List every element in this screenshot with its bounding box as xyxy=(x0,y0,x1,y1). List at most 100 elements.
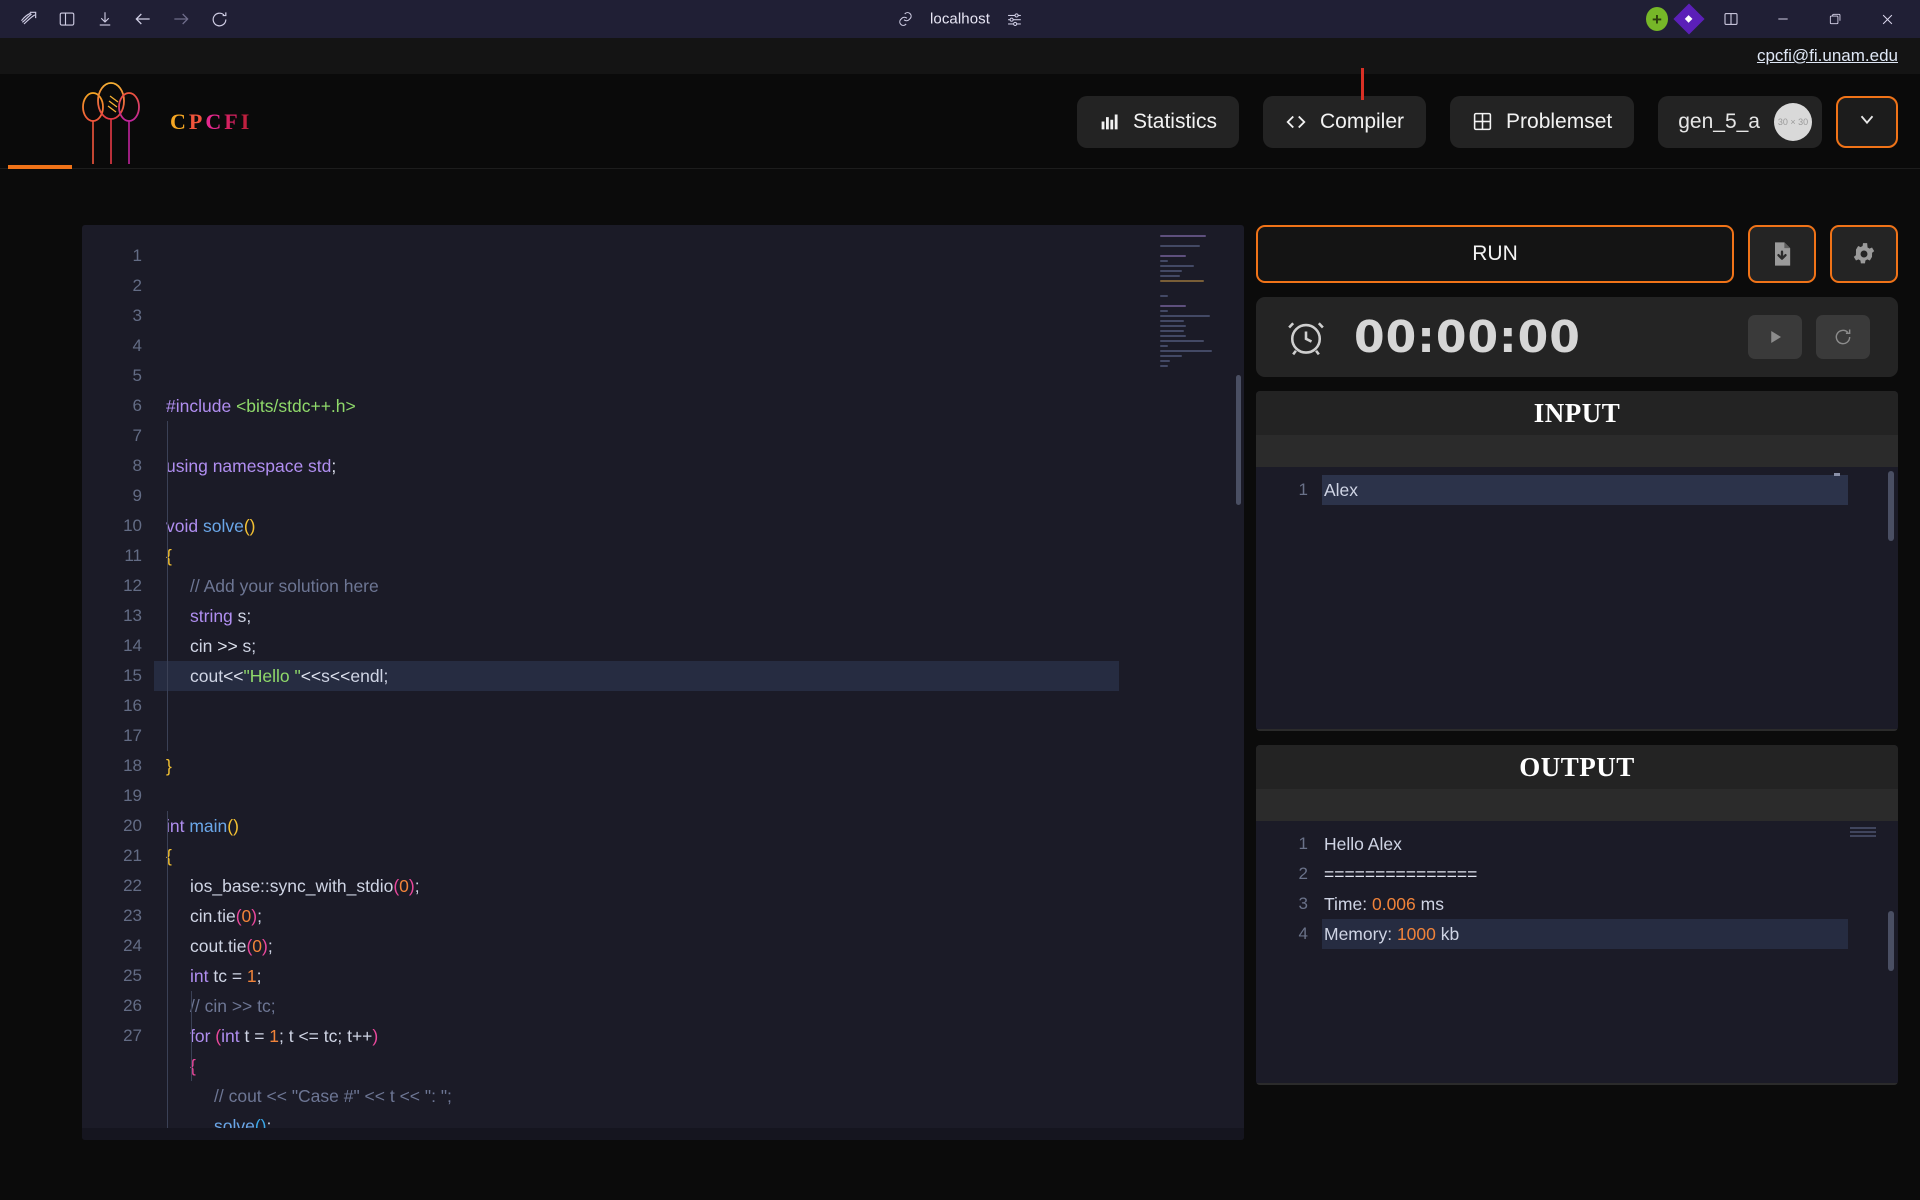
input-panel-subbar xyxy=(1256,435,1898,467)
back-arrow-icon[interactable] xyxy=(126,5,160,33)
sliders-icon[interactable] xyxy=(1006,11,1023,28)
minimap-line xyxy=(1160,345,1168,347)
input-panel-title: INPUT xyxy=(1256,391,1898,435)
editor-code-area[interactable]: #include <bits/stdc++.h> using namespace… xyxy=(154,225,1244,1140)
minimize-icon[interactable] xyxy=(1762,3,1804,35)
nav-statistics-button[interactable]: Statistics xyxy=(1077,96,1239,148)
code-token: cin.tie xyxy=(190,906,236,926)
code-token: ; xyxy=(257,966,262,986)
input-editor[interactable]: 1 Alex xyxy=(1256,467,1898,731)
output-code[interactable]: Hello Alex===============Time: 0.006 msM… xyxy=(1322,829,1898,1085)
zen-browser-icon[interactable] xyxy=(12,5,46,33)
editor-line[interactable] xyxy=(154,781,1244,811)
input-line[interactable]: Alex xyxy=(1322,475,1848,505)
brand-letter-5: I xyxy=(241,109,253,134)
editor-line-number: 3 xyxy=(82,301,142,331)
editor-line[interactable]: void solve() xyxy=(154,511,1244,541)
output-token: kb xyxy=(1436,924,1459,944)
code-token: string xyxy=(190,606,233,626)
editor-line[interactable]: { xyxy=(154,541,1244,571)
output-line-number: 1 xyxy=(1256,829,1308,859)
code-token: ; xyxy=(268,936,273,956)
editor-line-number: 24 xyxy=(82,931,142,961)
editor-line[interactable]: { xyxy=(154,841,1244,871)
editor-line[interactable]: cout.tie(0); xyxy=(154,931,1244,961)
site-header: CPCFI Statistics Compiler xyxy=(0,74,1920,169)
editor-line[interactable]: cin >> s; xyxy=(154,631,1244,661)
code-token: #include xyxy=(166,396,236,416)
user-dropdown-button[interactable] xyxy=(1836,96,1898,148)
restore-icon[interactable] xyxy=(1814,3,1856,35)
editor-line-number: 21 xyxy=(82,841,142,871)
close-icon[interactable] xyxy=(1866,3,1908,35)
input-code[interactable]: Alex xyxy=(1322,475,1898,731)
output-minimap[interactable] xyxy=(1850,827,1876,837)
code-token: void xyxy=(166,516,203,536)
nav-problemset-button[interactable]: Problemset xyxy=(1450,96,1634,148)
sidebar-toggle-icon[interactable] xyxy=(50,5,84,33)
username-label: gen_5_a xyxy=(1678,110,1760,134)
editor-line[interactable]: ios_base::sync_with_stdio(0); xyxy=(154,871,1244,901)
input-scrollbar[interactable] xyxy=(1888,471,1894,541)
timer-controls xyxy=(1748,315,1870,359)
editor-line[interactable]: cout<<"Hello "<<s<<endl; xyxy=(154,661,1119,691)
main-nav: Statistics Compiler Problemset xyxy=(1077,96,1898,148)
download-icon[interactable] xyxy=(88,5,122,33)
output-line: Hello Alex xyxy=(1322,829,1848,859)
play-icon[interactable] xyxy=(1748,315,1802,359)
gear-icon[interactable] xyxy=(1830,225,1898,283)
output-editor[interactable]: 1234 Hello Alex===============Time: 0.00… xyxy=(1256,821,1898,1085)
nav-compiler-button[interactable]: Compiler xyxy=(1263,96,1426,148)
editor-line[interactable]: cin.tie(0); xyxy=(154,901,1244,931)
split-view-icon[interactable] xyxy=(1710,3,1752,35)
code-token: // cin >> tc; xyxy=(190,996,276,1016)
minimap-line xyxy=(1160,360,1170,362)
editor-line[interactable]: string s; xyxy=(154,601,1244,631)
output-token: Memory: xyxy=(1324,924,1397,944)
output-scrollbar[interactable] xyxy=(1888,911,1894,971)
address-bar[interactable]: localhost xyxy=(897,11,1023,28)
nav-statistics-label: Statistics xyxy=(1133,110,1217,134)
editor-line[interactable] xyxy=(154,481,1244,511)
editor-line[interactable] xyxy=(154,421,1244,451)
run-button[interactable]: RUN xyxy=(1256,225,1734,283)
editor-line[interactable]: #include <bits/stdc++.h> xyxy=(154,391,1244,421)
contact-email-link[interactable]: cpcfi@fi.unam.edu xyxy=(1757,46,1898,66)
editor-line[interactable]: using namespace std; xyxy=(154,451,1244,481)
editor-line[interactable]: for (int t = 1; t <= tc; t++) xyxy=(154,1021,1244,1051)
code-token: << xyxy=(330,666,350,686)
output-line-numbers: 1234 xyxy=(1256,829,1322,1085)
minimap-line xyxy=(1160,310,1168,312)
editor-line[interactable]: // cout << "Case #" << t << ": "; xyxy=(154,1081,1244,1111)
reset-icon[interactable] xyxy=(1816,315,1870,359)
output-line: Memory: 1000 kb xyxy=(1322,919,1848,949)
editor-line[interactable]: { xyxy=(154,1051,1244,1081)
editor-line[interactable] xyxy=(154,721,1244,751)
output-token: =============== xyxy=(1324,864,1477,884)
brand[interactable]: CPCFI xyxy=(80,78,252,166)
brand-letter-1: C xyxy=(170,109,189,134)
output-panel-subbar xyxy=(1256,789,1898,821)
code-token: << xyxy=(301,666,321,686)
editor-line[interactable]: // Add your solution here xyxy=(154,571,1244,601)
code-token: s xyxy=(321,666,330,686)
editor-line[interactable]: // cin >> tc; xyxy=(154,991,1244,1021)
editor-scrollbar[interactable] xyxy=(1236,375,1241,505)
extension-purple-diamond-icon[interactable]: ◆ xyxy=(1673,3,1704,34)
editor-line-number: 16 xyxy=(82,691,142,721)
minimap-line xyxy=(1160,235,1206,237)
extension-green-plus-icon[interactable]: + xyxy=(1646,7,1668,31)
editor-line[interactable]: int tc = 1; xyxy=(154,961,1244,991)
code-token: ios_base::sync_with_stdio xyxy=(190,876,393,896)
forward-arrow-icon[interactable] xyxy=(164,5,198,33)
editor-line[interactable] xyxy=(154,691,1244,721)
input-panel: INPUT 1 Alex xyxy=(1256,391,1898,731)
code-editor[interactable]: 1234567891011121314151617181920212223242… xyxy=(82,225,1244,1140)
user-chip[interactable]: gen_5_a 30 × 30 xyxy=(1658,96,1822,148)
file-download-icon[interactable] xyxy=(1748,225,1816,283)
editor-line[interactable]: } xyxy=(154,751,1244,781)
editor-line[interactable]: int main() xyxy=(154,811,1244,841)
reload-icon[interactable] xyxy=(202,5,236,33)
code-token: cin xyxy=(190,636,217,656)
editor-minimap[interactable] xyxy=(1160,235,1222,355)
